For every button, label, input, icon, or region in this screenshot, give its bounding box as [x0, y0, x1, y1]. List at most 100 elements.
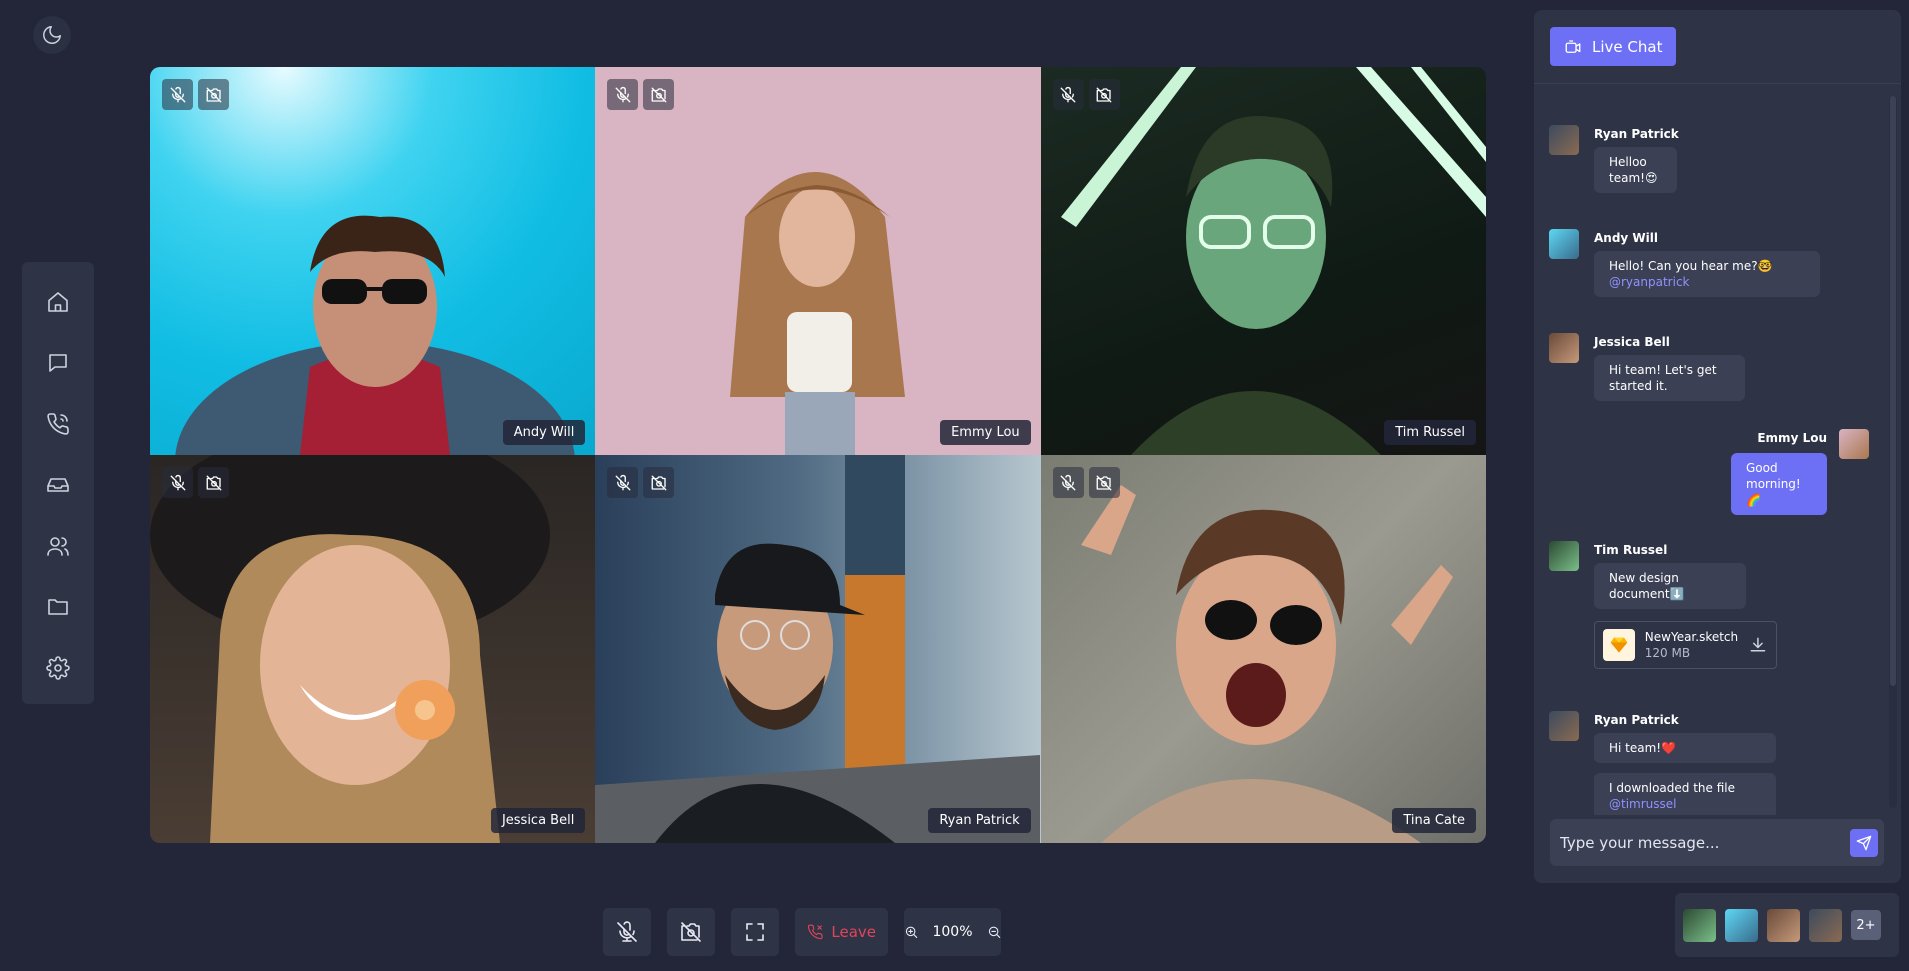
avatar [1839, 429, 1869, 459]
nav-home[interactable] [38, 282, 78, 322]
nav-settings[interactable] [38, 648, 78, 688]
mic-off-indicator[interactable] [1052, 467, 1084, 498]
nav-calls[interactable] [38, 404, 78, 444]
participant-avatar[interactable] [1809, 908, 1842, 942]
camera-off-indicator[interactable] [198, 467, 229, 498]
sidebar [22, 262, 94, 704]
camera-off-indicator[interactable] [643, 467, 675, 498]
message-text: started it. [1609, 379, 1668, 393]
fullscreen-button[interactable] [731, 908, 779, 956]
mic-off-icon [615, 86, 631, 102]
inbox-icon [47, 478, 69, 492]
user-mention-link[interactable]: @ryanpatrick [1609, 274, 1805, 290]
mic-off-icon [170, 86, 185, 102]
zoom-in-icon[interactable] [904, 922, 918, 942]
avatar [1549, 229, 1579, 259]
call-controls: Leave 100% [603, 908, 1001, 956]
mic-off-icon [617, 921, 637, 942]
file-size: 120 MB [1644, 646, 1691, 660]
mic-off-indicator[interactable] [607, 467, 639, 498]
mic-off-icon [615, 474, 631, 490]
mic-off-indicator[interactable] [162, 79, 193, 110]
media-state-indicators [1052, 79, 1120, 110]
video-tile[interactable]: Tina Cate [1040, 455, 1486, 843]
avatar [1549, 711, 1579, 741]
avatar [1549, 125, 1579, 155]
download-icon[interactable] [1748, 635, 1768, 655]
camera-off-indicator[interactable] [198, 79, 229, 110]
file-attachment[interactable]: NewYear.sketch 120 MB [1594, 621, 1777, 669]
participant-name-tag: Ryan Patrick [928, 808, 1031, 833]
leave-call-button[interactable]: Leave [795, 908, 888, 956]
nav-files[interactable] [38, 587, 78, 627]
mic-off-icon [170, 474, 185, 490]
video-tile[interactable]: Emmy Lou [595, 67, 1041, 455]
message-sender: Ryan Patrick [1594, 127, 1679, 141]
message-text: Hi team! Let's get [1609, 363, 1717, 377]
message-text: I downloaded the file [1609, 781, 1735, 795]
message-bubble: Hi team! Let's get started it. [1594, 355, 1745, 401]
camera-toggle-button[interactable] [667, 908, 715, 956]
scroll-thumb[interactable] [1890, 96, 1896, 686]
video-tile[interactable]: Andy Will [150, 67, 596, 455]
participant-video [730, 172, 906, 455]
media-state-indicators [162, 79, 229, 110]
participant-video [150, 455, 550, 843]
message-sender: Ryan Patrick [1594, 713, 1679, 727]
phone-hangup-icon [807, 924, 823, 940]
moon-icon [43, 26, 61, 44]
more-participants-button[interactable]: 2+ [1851, 910, 1881, 940]
participant-name-tag: Andy Will [502, 420, 586, 445]
mic-off-indicator[interactable] [162, 467, 193, 498]
folder-icon [48, 599, 68, 615]
participant-avatar[interactable] [1683, 908, 1716, 942]
video-tile[interactable]: Tim Russel [1040, 67, 1486, 455]
camera-off-indicator[interactable] [643, 79, 675, 110]
mic-off-icon [1060, 474, 1076, 490]
sketch-file-icon [1603, 629, 1635, 661]
zoom-controls: 100% [904, 908, 1001, 956]
phone-call-icon [47, 413, 69, 435]
mic-off-indicator[interactable] [607, 79, 639, 110]
message-input[interactable] [1560, 833, 1830, 852]
message-sender: Emmy Lou [1757, 431, 1827, 445]
chat-scrollbar[interactable] [1889, 96, 1897, 808]
participant-name-tag: Tina Cate [1392, 808, 1476, 833]
video-chat-icon [1565, 39, 1581, 53]
mute-button[interactable] [603, 908, 651, 956]
participant-video [595, 455, 1041, 843]
camera-off-icon [1096, 87, 1112, 102]
camera-off-icon [651, 87, 667, 102]
live-chat-tab[interactable]: Live Chat [1550, 27, 1677, 66]
theme-toggle-button[interactable] [33, 16, 71, 54]
message-sender: Tim Russel [1594, 543, 1668, 557]
live-chat-label: Live Chat [1592, 37, 1663, 56]
participant-avatar[interactable] [1725, 908, 1758, 942]
camera-off-indicator[interactable] [1088, 467, 1120, 498]
mic-off-indicator[interactable] [1052, 79, 1084, 110]
participants-strip: 2+ [1675, 893, 1899, 957]
zoom-out-icon[interactable] [987, 922, 1001, 942]
participant-video [1080, 485, 1453, 843]
message-text: New design [1609, 571, 1679, 585]
message-bubble: I downloaded the file @timrussel [1594, 773, 1776, 815]
nav-chat[interactable] [38, 343, 78, 383]
video-tile[interactable]: Jessica Bell [150, 455, 596, 843]
user-mention-link[interactable]: @timrussel [1609, 796, 1761, 812]
users-icon [47, 537, 69, 556]
participant-avatar[interactable] [1767, 908, 1800, 942]
message-text: document⬇️ [1609, 587, 1685, 601]
file-info: NewYear.sketch 120 MB [1645, 629, 1738, 661]
participant-name-tag: Emmy Lou [940, 420, 1031, 445]
camera-off-indicator[interactable] [1088, 79, 1120, 110]
avatar [1549, 333, 1579, 363]
send-button[interactable] [1850, 829, 1878, 857]
message-composer [1550, 819, 1884, 866]
message-text: Hi team!❤️ [1609, 741, 1677, 755]
video-tile[interactable]: Ryan Patrick [595, 455, 1041, 843]
participant-video [175, 215, 575, 455]
leave-label: Leave [831, 923, 876, 941]
nav-users[interactable] [38, 526, 78, 566]
nav-inbox[interactable] [38, 465, 78, 505]
fullscreen-icon [746, 923, 764, 941]
